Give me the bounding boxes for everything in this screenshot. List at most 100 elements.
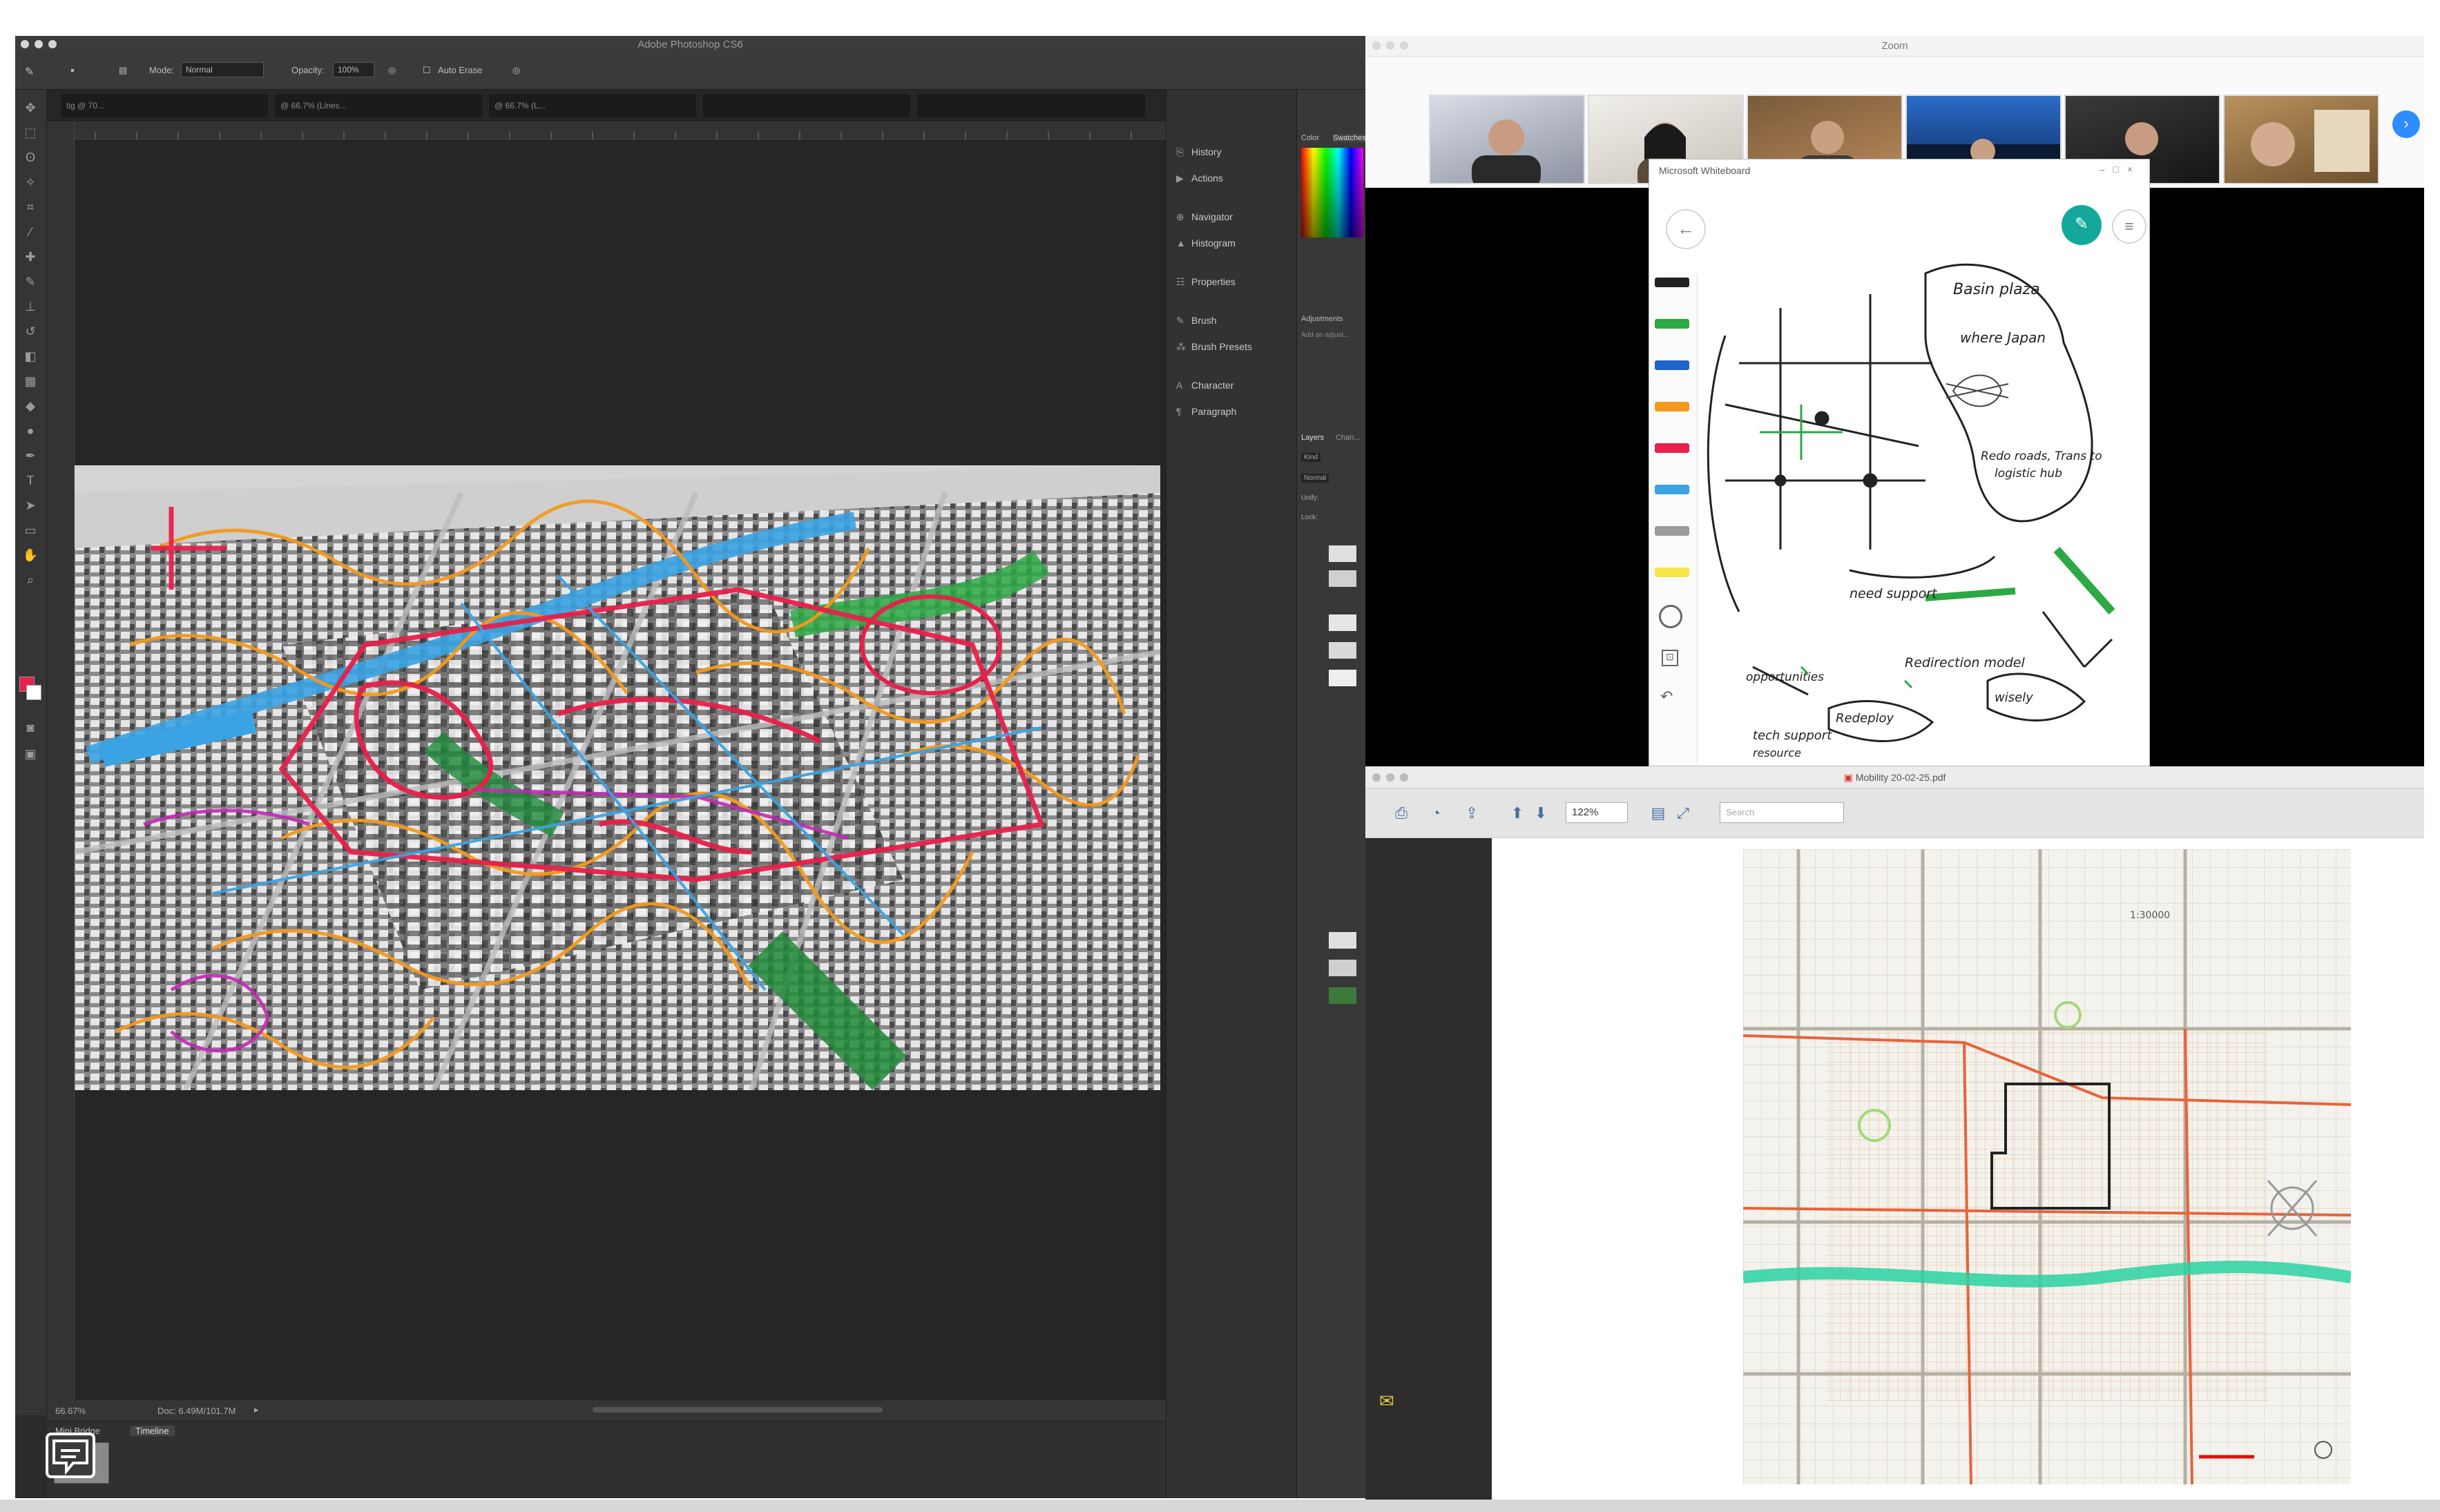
back-arrow-icon[interactable]: ← — [1666, 209, 1706, 249]
marquee-tool-icon[interactable]: ⬚ — [22, 124, 39, 141]
upload-icon[interactable]: ⇪ — [1462, 804, 1481, 823]
eraser-icon[interactable] — [1659, 605, 1682, 628]
auto-erase-checkbox[interactable]: ☐ — [423, 65, 431, 76]
panel-character[interactable]: A Character — [1176, 380, 1233, 400]
search-input[interactable]: Search — [1720, 802, 1844, 823]
horizontal-scrollbar[interactable] — [593, 1407, 883, 1413]
layer-thumbnail[interactable] — [1329, 987, 1356, 1004]
zoom-percentage[interactable]: 66.67% — [55, 1406, 86, 1416]
tab-channels[interactable]: Chan... — [1336, 434, 1360, 442]
save-icon[interactable]: ▤ — [1649, 804, 1668, 823]
layer-thumbnail[interactable] — [1329, 545, 1356, 562]
panel-brush[interactable]: ✎ Brush — [1176, 315, 1217, 336]
zoom-level-field[interactable]: 122% — [1566, 802, 1628, 823]
quick-select-tool-icon[interactable]: ✧ — [22, 174, 39, 191]
mode-select[interactable]: Normal — [181, 62, 264, 77]
paragraph-icon: ¶ — [1176, 406, 1182, 417]
participant-video-1[interactable] — [1429, 95, 1585, 184]
document-tab-3[interactable]: @ 66.7% (L... — [489, 94, 696, 117]
toggle-brush-panel-icon[interactable]: ▤ — [119, 65, 127, 76]
layer-thumbnail[interactable] — [1329, 614, 1356, 631]
city-map[interactable]: 1:30000 — [1743, 849, 2351, 1484]
panel-histogram[interactable]: ▲ Histogram — [1176, 238, 1236, 258]
pen-black[interactable] — [1655, 278, 1689, 287]
type-tool-icon[interactable]: T — [22, 472, 39, 489]
panel-paragraph[interactable]: ¶ Paragraph — [1176, 406, 1236, 427]
move-tool-icon[interactable]: ✥ — [22, 99, 39, 116]
brush-tool-icon[interactable]: ✎ — [22, 273, 39, 290]
panel-history[interactable]: ⎘ History — [1176, 146, 1222, 167]
lasso-tool-icon[interactable]: ʘ — [22, 149, 39, 166]
whiteboard-window: Microsoft Whiteboard –□× ← ✎ ≡ ⊡ ↶ Basin… — [1649, 159, 2150, 766]
undo-icon[interactable]: ↶ — [1660, 688, 1673, 706]
pen-blue[interactable] — [1655, 360, 1689, 370]
shape-tool-icon[interactable]: ▭ — [22, 522, 39, 539]
pen-red[interactable] — [1655, 443, 1689, 453]
panel-brush-presets[interactable]: ⁂ Brush Presets — [1176, 341, 1252, 362]
comment-icon[interactable]: ✉ — [1379, 1390, 1394, 1412]
layer-thumbnail[interactable] — [1329, 570, 1356, 587]
background-color-swatch[interactable] — [26, 685, 41, 700]
fit-page-icon[interactable]: ⤢ — [1673, 804, 1693, 823]
tab-timeline[interactable]: Timeline — [130, 1426, 175, 1436]
tab-swatches[interactable]: Swatches — [1333, 134, 1365, 142]
gradient-tool-icon[interactable]: ▦ — [22, 373, 39, 389]
opacity-field[interactable]: 100% — [333, 62, 374, 77]
history-brush-tool-icon[interactable]: ↺ — [22, 323, 39, 340]
layer-thumbnail[interactable] — [1329, 960, 1356, 976]
city-model-sketch-image[interactable] — [75, 465, 1160, 1090]
document-tab-2[interactable]: @ 66.7% (Lines... — [275, 94, 482, 117]
pen-gray[interactable] — [1655, 526, 1689, 536]
document-tab-1[interactable]: tig @ 70... — [61, 94, 268, 117]
tab-color[interactable]: Color — [1301, 134, 1319, 142]
page-down-icon[interactable]: ⬇ — [1531, 804, 1550, 823]
participant-video-6[interactable] — [2223, 95, 2379, 184]
layer-thumbnail[interactable] — [1329, 642, 1356, 659]
pen-tool-icon[interactable]: ✒ — [22, 447, 39, 464]
pen-orange[interactable] — [1655, 402, 1689, 411]
highlighter-yellow[interactable] — [1655, 568, 1689, 577]
share-icon[interactable]: ◔ — [1426, 804, 1445, 823]
stamp-tool-icon[interactable]: ⊥ — [22, 298, 39, 315]
crop-tool-icon[interactable]: ⌗ — [22, 199, 39, 215]
healing-tool-icon[interactable]: ✚ — [22, 249, 39, 265]
eraser-tool-icon[interactable]: ✎ — [25, 65, 34, 79]
layer-thumbnail[interactable] — [1329, 670, 1356, 686]
layer-kind-filter[interactable]: Kind — [1301, 453, 1321, 462]
brush-size-icon[interactable]: ▪ — [70, 65, 75, 77]
pen-green[interactable] — [1655, 319, 1689, 329]
pressure-opacity-icon[interactable]: ◎ — [388, 65, 396, 76]
eyedropper-tool-icon[interactable]: ⁄ — [22, 224, 39, 240]
pen-mode-button[interactable]: ✎ — [2062, 205, 2102, 245]
panel-properties[interactable]: ☷ Properties — [1176, 276, 1236, 297]
path-select-tool-icon[interactable]: ➤ — [22, 497, 39, 514]
menu-icon[interactable]: ≡ — [2112, 209, 2146, 244]
quick-mask-icon[interactable]: ◙ — [22, 719, 39, 736]
document-tab-4[interactable] — [703, 94, 910, 117]
screen-mode-icon[interactable]: ▣ — [22, 746, 39, 762]
panel-actions[interactable]: ▶ Actions — [1176, 173, 1223, 193]
print-icon[interactable]: ⎙ — [1392, 804, 1411, 823]
document-size[interactable]: Doc: 6.49M/101.7M — [157, 1406, 236, 1416]
eraser-tool-icon[interactable]: ◧ — [22, 348, 39, 365]
next-participants-button[interactable]: › — [2392, 110, 2420, 138]
blur-tool-icon[interactable]: ◆ — [22, 398, 39, 414]
chat-bubble-icon[interactable] — [46, 1433, 95, 1478]
select-icon[interactable]: ⊡ — [1662, 650, 1678, 666]
page-up-icon[interactable]: ⬆ — [1508, 804, 1527, 823]
layer-blend-mode[interactable]: Normal — [1301, 474, 1329, 483]
status-arrow-icon[interactable]: ▸ — [254, 1404, 259, 1415]
pdf-page[interactable]: 1:30000 — [1492, 838, 2424, 1500]
zoom-tool-icon[interactable]: ⌕ — [22, 572, 39, 588]
panel-navigator[interactable]: ⊕ Navigator — [1176, 211, 1233, 232]
tab-layers[interactable]: Layers — [1301, 434, 1324, 442]
layer-thumbnail[interactable] — [1329, 932, 1356, 949]
pen-lightblue[interactable] — [1655, 485, 1689, 494]
whiteboard-canvas[interactable]: Basin plaza where Japan Redo roads, Tran… — [1698, 253, 2151, 767]
dodge-tool-icon[interactable]: ● — [22, 423, 39, 439]
ps-canvas-area[interactable] — [75, 139, 1166, 1400]
document-tab-5[interactable] — [917, 94, 1145, 117]
pressure-size-icon[interactable]: ◎ — [512, 65, 520, 76]
whiteboard-window-controls[interactable]: –□× — [2100, 164, 2141, 175]
hand-tool-icon[interactable]: ✋ — [22, 547, 39, 563]
